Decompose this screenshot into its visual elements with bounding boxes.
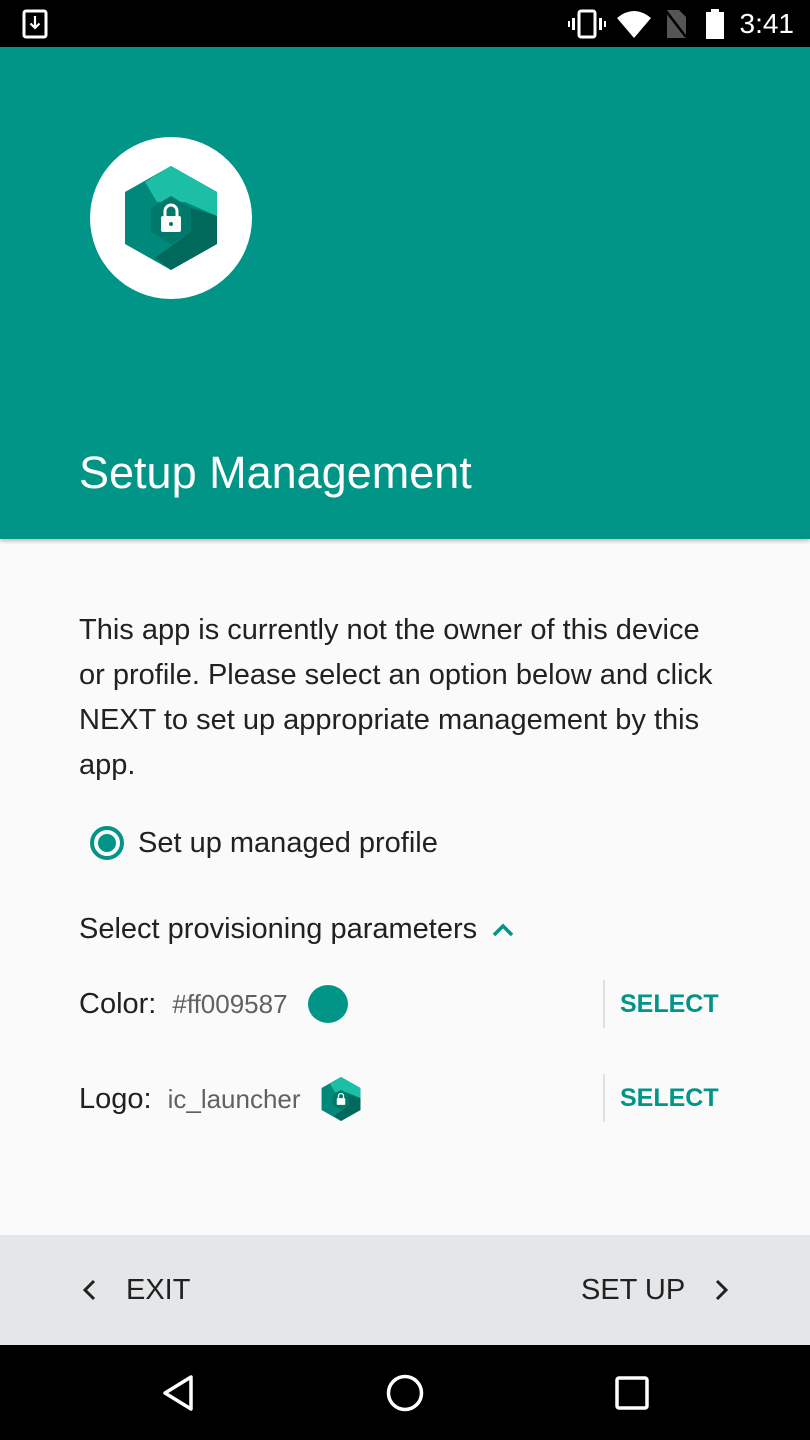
exit-button[interactable]: EXIT [80,1235,190,1345]
status-bar: 3:41 [0,0,810,47]
clock: 3:41 [739,8,795,39]
provisioning-params-toggle[interactable]: Select provisioning parameters [79,913,515,946]
description-text: This app is currently not the owner of t… [79,614,713,781]
params-header-label: Select provisioning parameters [79,913,478,945]
radio-label: Set up managed profile [138,826,438,859]
divider [603,1074,605,1122]
exit-label: EXIT [126,1273,191,1306]
color-param-row: Color: #ff009587 [79,982,348,1026]
logo-preview-icon [321,1077,361,1121]
color-swatch [307,985,348,1023]
page-title: Setup Management [79,447,472,498]
back-button[interactable] [138,1345,218,1440]
color-value: #ff009587 [172,988,288,1019]
radio-button-selected-icon[interactable] [90,826,124,860]
setup-button[interactable]: SET UP [581,1235,731,1345]
logo-param-row: Logo: ic_launcher [79,1076,361,1122]
back-triangle-icon [163,1374,193,1411]
vibrate-icon [568,0,606,47]
home-circle-icon [386,1374,424,1411]
logo-value: ic_launcher [167,1083,301,1114]
app-header: Setup Management [0,47,810,539]
managed-profile-radio-option[interactable]: Set up managed profile [90,826,438,860]
color-label: Color: [79,987,157,1020]
chevron-up-icon[interactable] [491,913,515,946]
app-logo-hexagon-lock-icon [125,166,217,270]
divider [603,980,605,1028]
no-sim-icon [665,0,687,47]
recents-square-icon [615,1375,649,1410]
home-button[interactable] [365,1345,445,1440]
chevron-left-icon [82,1279,96,1301]
chevron-right-icon [716,1279,729,1301]
navigation-bar [0,1345,810,1440]
download-notification-icon [22,0,48,47]
setup-label: SET UP [581,1273,686,1306]
wifi-icon [617,0,651,47]
battery-icon [706,0,724,47]
recents-button[interactable] [592,1345,672,1440]
select-logo-button[interactable]: SELECT [620,1084,719,1113]
app-logo [90,137,252,299]
logo-label: Logo: [79,1082,152,1115]
footer-bar: EXIT SET UP [0,1235,810,1345]
select-color-button[interactable]: SELECT [620,990,719,1019]
